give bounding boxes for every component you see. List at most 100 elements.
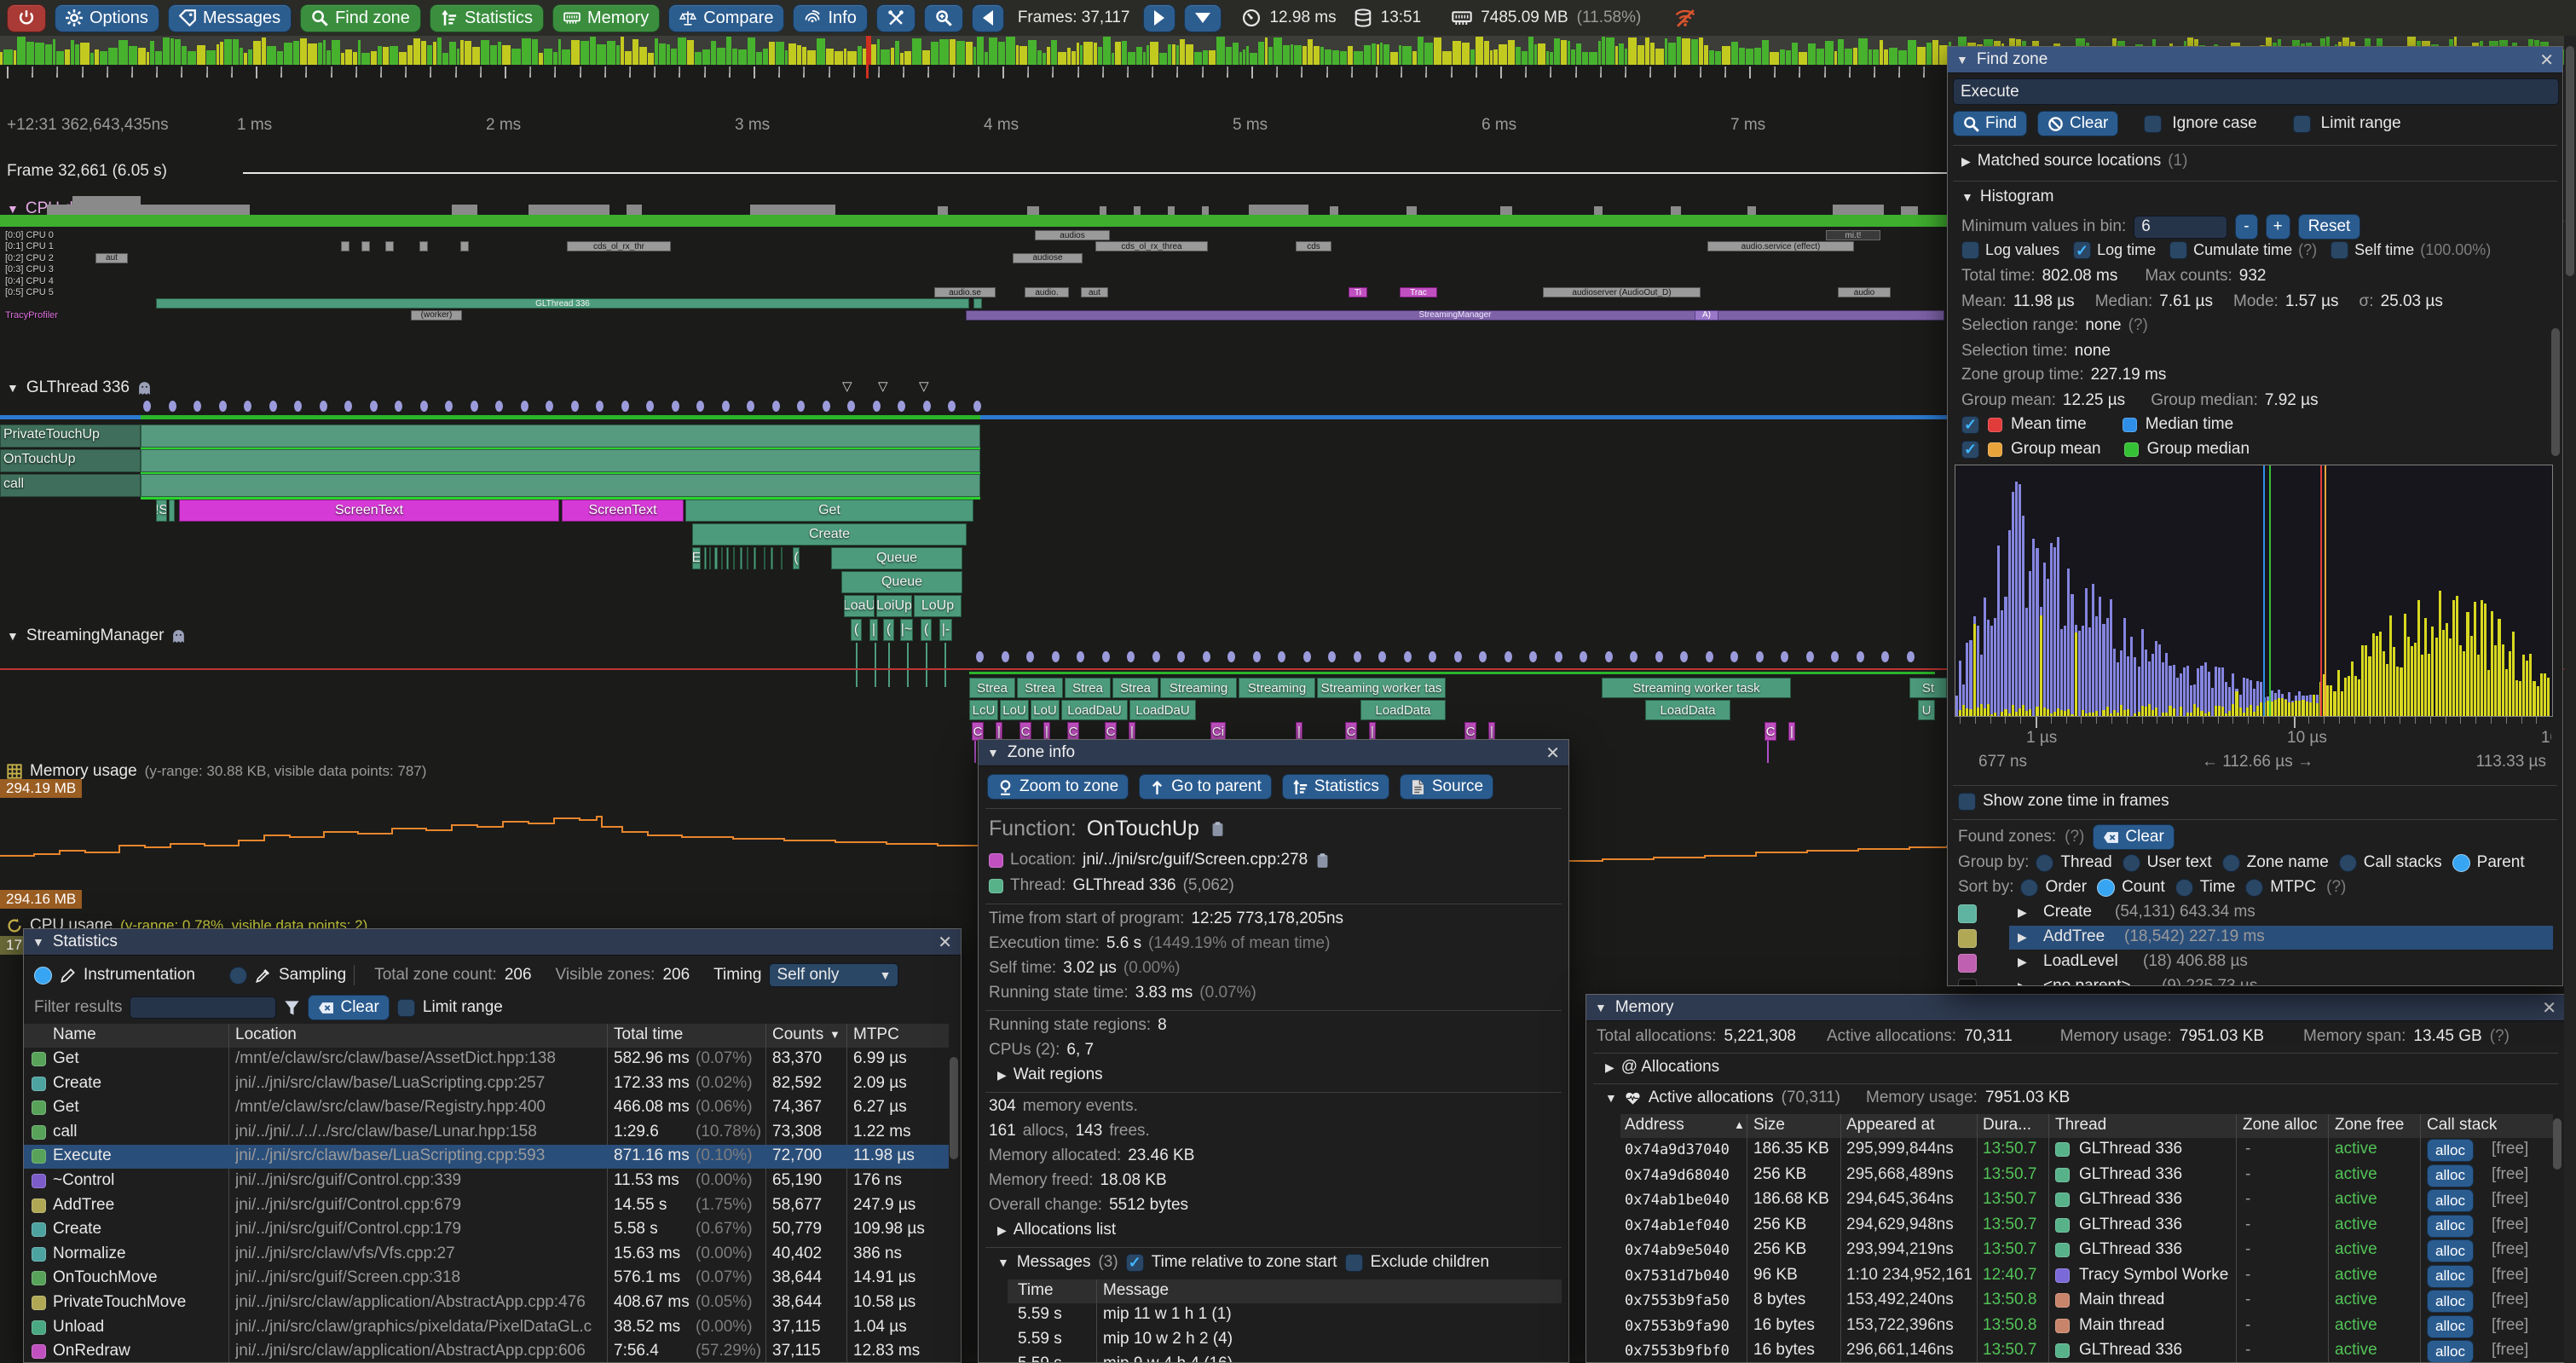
zone-bar[interactable]: | [1296,722,1302,741]
expand-icon[interactable]: ▶ [997,1068,1007,1083]
mean-time-checkbox[interactable]: ✓ [1961,416,1979,434]
limit-range-checkbox[interactable] [397,999,415,1017]
alloc-callstack-button[interactable]: alloc [2427,1239,2474,1262]
alloc-callstack-button[interactable]: alloc [2427,1265,2474,1288]
table-row[interactable]: ~Controljni/../jni/src/guif/Control.cpp:… [24,1170,949,1193]
increment-button[interactable]: + [2266,214,2290,240]
message-row[interactable]: 5.59 smip 11 w 1 h 1 (1) [1008,1303,1562,1327]
clipboard-icon[interactable] [1210,821,1226,837]
help-hint[interactable]: (?) [2326,878,2346,897]
zone-bar[interactable]: Queue [831,547,962,569]
found-zone-group[interactable]: ▶AddTree(18,542) 227.19 ms [1948,926,2553,950]
cpu-zone[interactable]: audiose [1013,253,1083,263]
cpu-zone[interactable]: audios [1035,230,1110,240]
location-value[interactable]: jni/../jni/src/guif/Screen.cpp:278 [1083,851,1308,869]
zone-bar[interactable]: | [1369,722,1376,741]
zone-bar[interactable]: Create [692,523,967,546]
zone-bar[interactable]: Streaming [1239,678,1315,698]
zone-bar[interactable]: | [1788,722,1795,741]
statistics-rows[interactable]: Get/mnt/e/claw/src/claw/base/AssetDict.h… [24,1048,949,1363]
expand-icon[interactable]: ▶ [2018,955,2027,969]
statistics-table-header[interactable]: Name Location Total time Counts ▼ MTPC [24,1024,949,1048]
log-values-checkbox[interactable] [1961,241,1979,259]
collapse-icon[interactable]: ▼ [997,1256,1009,1269]
cpu-zone[interactable]: audio. [1025,287,1069,297]
expand-icon[interactable]: ▶ [2018,905,2027,920]
zone-bar[interactable]: C [1765,722,1776,741]
cpu-zone[interactable] [341,241,349,251]
zone-bar[interactable]: Ci [1210,722,1226,741]
zone-bar[interactable]: Strea [1065,678,1111,698]
table-row[interactable]: Createjni/../jni/src/guif/Control.cpp:17… [24,1218,949,1242]
find-zone-histogram[interactable] [1955,465,2553,717]
group-by-radio-thread[interactable] [2036,854,2053,872]
zone-bar[interactable]: | [1043,722,1050,741]
table-row[interactable]: OnRedrawjni/../jni/src/claw/application/… [24,1340,949,1363]
zone-bar[interactable]: Strea [1112,678,1158,698]
zone-bar[interactable]: |- [939,619,952,641]
collapsed-zone-marker[interactable]: ▽ [842,378,852,394]
find-zone-titlebar[interactable]: ▼ Find zone ✕ [1948,47,2562,73]
zone-source-button[interactable]: Source [1400,774,1493,800]
frame-range-label[interactable]: Frame 32,661 (6.05 s) [7,162,167,181]
limit-range-checkbox[interactable] [2293,115,2311,133]
table-row[interactable]: PrivateTouchMovejni/../jni/src/claw/appl… [24,1291,949,1315]
cpu-zone[interactable]: (worker) [411,310,462,321]
collapse-icon[interactable]: ▼ [987,746,999,759]
group-by-radio-zone-name[interactable] [2222,854,2240,872]
sort-by-radio-mtpc[interactable] [2245,879,2263,897]
cpu-zone[interactable]: audio.service (effect) [1707,241,1854,251]
sampling-radio[interactable] [229,967,247,985]
toolbar-button-memory[interactable]: Memory [552,4,660,32]
wait-regions-label[interactable]: Wait regions [1014,1066,1103,1084]
cumulate-time-checkbox[interactable] [2169,241,2187,259]
toolbar-button-tools[interactable] [876,4,915,32]
zone-bar[interactable] [764,547,765,569]
zone-bar[interactable] [169,500,175,522]
expand-icon[interactable]: ▶ [1605,1060,1614,1075]
table-row[interactable]: 0x7531d7b04096 KB1:10 234,952,16112:40.7… [1620,1264,2553,1289]
zone-free[interactable]: active [2335,1266,2377,1285]
next-frame-button[interactable] [1143,4,1175,32]
zone-bar[interactable]: Queue [841,571,962,593]
find-button[interactable]: Find [1953,111,2027,136]
zone-bar[interactable] [714,547,718,569]
funnel-icon[interactable] [284,1000,300,1016]
find-zone-scrollbar[interactable] [2551,328,2560,456]
zone-bar[interactable]: LoU [1031,700,1060,720]
zone-free[interactable]: active [2335,1341,2377,1360]
zone-free[interactable]: active [2335,1216,2377,1234]
collapse-icon[interactable]: ▼ [32,935,44,949]
close-icon[interactable]: ✕ [2542,997,2556,1019]
zone-bar[interactable]: Get [685,500,973,522]
zone-bar[interactable]: LoU [1000,700,1029,720]
zone-bar[interactable]: ( [793,547,800,569]
go-to-parent-button[interactable]: Go to parent [1139,774,1272,800]
found-zone-group[interactable]: ▶Create(54,131) 643.34 ms [1948,901,2553,925]
help-hint[interactable]: (?) [2065,828,2084,846]
zone-bar[interactable]: Strea [1017,678,1063,698]
cpu-zone[interactable] [419,241,428,251]
zone-bar[interactable]: St [1909,678,1947,698]
alloc-callstack-button[interactable]: alloc [2427,1340,2474,1363]
cpu-zone[interactable] [973,298,982,309]
found-zones-list[interactable]: ▶Create(54,131) 643.34 ms▶AddTree(18,542… [1948,901,2553,986]
zone-bar[interactable]: |~ [900,619,913,641]
toolbar-button-compare[interactable]: Compare [668,4,784,32]
message-row[interactable]: 5.59 smip 10 w 2 h 2 (4) [1008,1328,1562,1352]
cpu-zone[interactable]: Ti [1349,287,1367,297]
min-bin-input[interactable]: 6 [2134,216,2227,239]
zone-bar[interactable]: Streaming worker tas [1317,678,1446,698]
zone-bar[interactable]: Strea [969,678,1015,698]
close-icon[interactable]: ✕ [1545,742,1560,764]
glthread-section-header[interactable]: ▼GLThread 336 [7,378,152,397]
self-time-checkbox[interactable] [2331,241,2348,259]
memory-scrollbar[interactable] [2553,1118,2562,1170]
toolbar-button-info[interactable]: Info [793,4,867,32]
statistics-titlebar[interactable]: ▼ Statistics ✕ [24,929,961,956]
zone-bar[interactable]: ( [851,619,862,641]
zone-bar[interactable]: C [972,722,984,741]
group-by-radio-user-text[interactable] [2123,854,2140,872]
found-zone-group[interactable]: ▶<no parent>(9) 225.73 µs [1948,975,2553,986]
toolbar-button-statistics[interactable]: Statistics [430,4,544,32]
